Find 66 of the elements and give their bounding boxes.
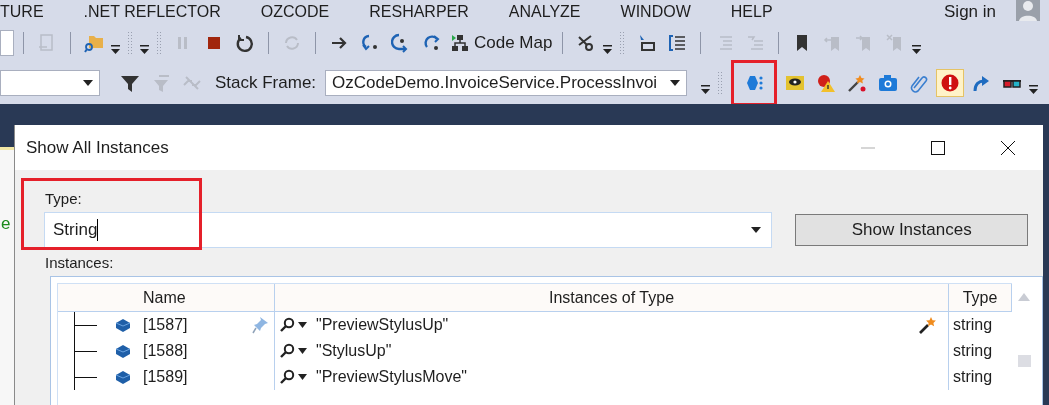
folder-search-icon [84,33,104,53]
menu-item[interactable]: ANALYZE [508,3,603,21]
dropdown-arrow-icon[interactable] [298,348,307,354]
dropdown-arrow-icon [751,227,762,233]
filter-icon [120,73,140,93]
cube-icon [115,370,131,384]
dropdown-arrow-icon [670,80,681,86]
instance-name: [1588] [143,342,188,360]
hierarchy-icon [450,33,470,53]
dialog-title: Show All Instances [26,137,169,158]
sign-in-link[interactable]: Sign in [944,2,996,22]
menu-item[interactable]: .NET REFLECTOR [83,3,243,21]
magnifier-icon[interactable] [279,343,295,359]
instances-label: Instances: [45,254,115,271]
instance-name: [1589] [143,368,188,386]
overflow-icon[interactable] [1029,85,1039,95]
dropdown-arrow-icon[interactable] [298,374,307,380]
toolbar-button[interactable]: Code Map [449,29,554,57]
eye-icon [785,73,806,93]
magic-wand-icon[interactable] [918,315,938,335]
column-header[interactable]: Instances of Type [275,284,949,311]
code-text: e [1,214,12,234]
restart-icon [235,33,255,53]
magic-wand-icon [847,73,868,93]
refresh-icon [282,33,302,53]
scroll-thumb[interactable] [1017,355,1031,367]
menu-item[interactable]: OZCODE [260,3,352,21]
instance-value: "PreviewStylusUp" [316,316,449,334]
overflow-icon[interactable] [701,85,711,95]
stack-frame-combobox[interactable]: OzCodeDemo.InvoiceService.ProcessInvoi [325,70,688,96]
toolbar-button[interactable] [936,69,965,97]
menu-item[interactable]: WINDOW [620,3,713,21]
dropdown-arrow-icon [83,80,93,86]
dropdown-arrow-icon[interactable] [298,322,307,328]
menu-item[interactable]: RESHARPER [369,3,491,21]
stack-frame-label: Stack Frame: [215,73,317,93]
overflow-icon[interactable] [912,45,922,55]
magnifier-icon[interactable] [279,369,295,385]
paperclip-icon [909,73,930,93]
step-icon [360,33,380,53]
magnifier-icon[interactable] [279,317,295,333]
filter-icon [151,73,171,93]
instance-value: "PreviewStylusMove" [316,368,467,386]
menu-item[interactable]: HELP [730,3,795,21]
type-combobox[interactable]: String [44,212,773,248]
camera-icon [878,73,899,93]
exclamation-icon [940,73,961,93]
hexagon-icon [744,73,765,93]
instance-value: "StylusUp" [316,342,392,360]
overflow-icon[interactable] [111,45,120,55]
overflow-icon[interactable] [603,45,613,55]
show-instances-button[interactable]: Show Instances [795,214,1028,246]
list-icon [667,33,688,53]
instance-name: [1587] [143,316,188,334]
cube-icon [115,318,131,332]
column-header[interactable]: Name [58,284,275,311]
type-label: Type: [45,190,83,207]
type-cell-text: string [952,341,994,361]
type-cell-text: string [952,367,994,387]
outdent-icon [745,33,766,53]
cube-icon [115,344,131,358]
type-cell-text: string [952,315,994,335]
overflow-icon[interactable] [140,45,149,55]
step-icon [422,33,442,53]
warning-icon [816,73,837,93]
menu-item[interactable]: TURE [0,3,66,21]
